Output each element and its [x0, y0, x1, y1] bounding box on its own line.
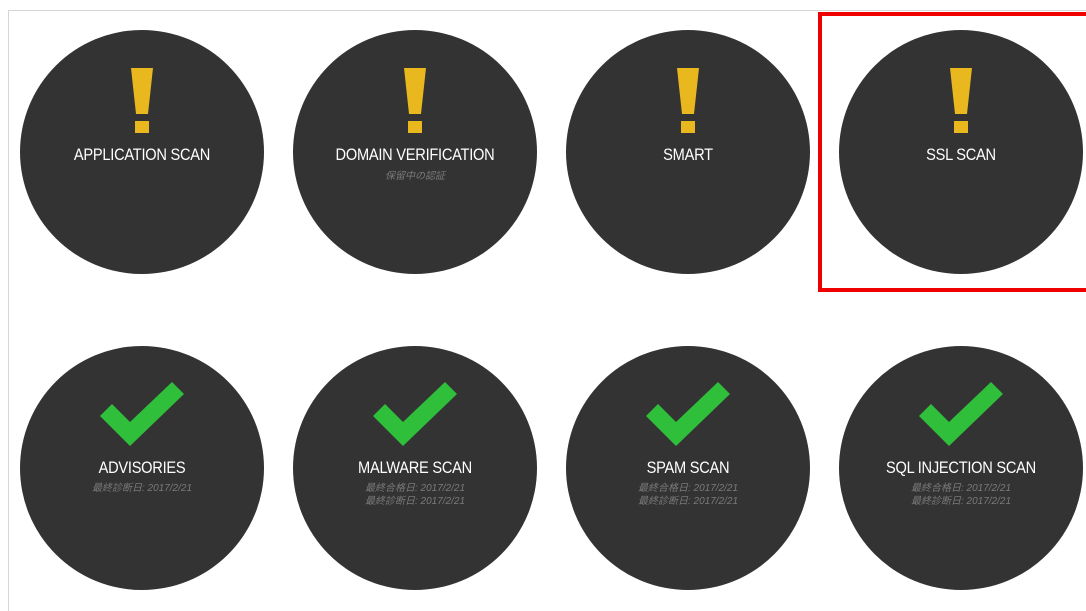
tile-malware-scan[interactable]: MALWARE SCAN 最終合格日: 2017/2/21 最終診断日: 201…	[293, 346, 537, 590]
tile-status-text: 最終合格日: 2017/2/21 最終診断日: 2017/2/21	[576, 482, 800, 508]
warning-exclamation-icon	[566, 68, 810, 134]
last-pass-date: 最終合格日: 2017/2/21	[910, 483, 1012, 494]
tile-label: SPAM SCAN	[646, 458, 730, 477]
tile-domain-verification[interactable]: DOMAIN VERIFICATION 保留中の認証	[293, 30, 537, 274]
last-scan-date: 最終診断日: 2017/2/21	[364, 496, 466, 507]
warning-exclamation-icon	[839, 68, 1083, 134]
last-pass-date: 最終合格日: 2017/2/21	[364, 483, 466, 494]
tile-label: ADVISORIES	[98, 458, 186, 477]
pending-verification-text: 保留中の認証	[385, 171, 445, 182]
tile-label: DOMAIN VERIFICATION	[335, 145, 495, 164]
checkmark-icon	[839, 382, 1083, 448]
tile-ssl-scan[interactable]: SSL SCAN	[839, 30, 1083, 274]
last-scan-date: 最終診断日: 2017/2/21	[910, 496, 1012, 507]
tile-status-text: 最終合格日: 2017/2/21 最終診断日: 2017/2/21	[303, 482, 527, 508]
last-pass-date: 最終合格日: 2017/2/21	[637, 483, 739, 494]
warning-exclamation-icon	[20, 68, 264, 134]
tile-label: MALWARE SCAN	[358, 458, 472, 477]
tile-label: SSL SCAN	[926, 145, 996, 164]
tile-application-scan[interactable]: APPLICATION SCAN	[20, 30, 264, 274]
checkmark-icon	[293, 382, 537, 448]
tile-label: APPLICATION SCAN	[73, 145, 211, 164]
checkmark-icon	[20, 382, 264, 448]
tile-status-text: 最終診断日: 2017/2/21	[30, 482, 254, 495]
tile-sql-injection-scan[interactable]: SQL INJECTION SCAN 最終合格日: 2017/2/21 最終診断…	[839, 346, 1083, 590]
tile-status-text: 最終合格日: 2017/2/21 最終診断日: 2017/2/21	[849, 482, 1073, 508]
checkmark-icon	[566, 382, 810, 448]
last-scan-date: 最終診断日: 2017/2/21	[637, 496, 739, 507]
tile-status-text: 保留中の認証	[303, 170, 527, 183]
tile-advisories[interactable]: ADVISORIES 最終診断日: 2017/2/21	[20, 346, 264, 590]
tile-spam-scan[interactable]: SPAM SCAN 最終合格日: 2017/2/21 最終診断日: 2017/2…	[566, 346, 810, 590]
tile-smart[interactable]: SMART	[566, 30, 810, 274]
tile-label: SQL INJECTION SCAN	[886, 458, 1036, 477]
last-scan-date: 最終診断日: 2017/2/21	[91, 483, 193, 494]
warning-exclamation-icon	[293, 68, 537, 134]
tile-label: SMART	[663, 145, 713, 164]
